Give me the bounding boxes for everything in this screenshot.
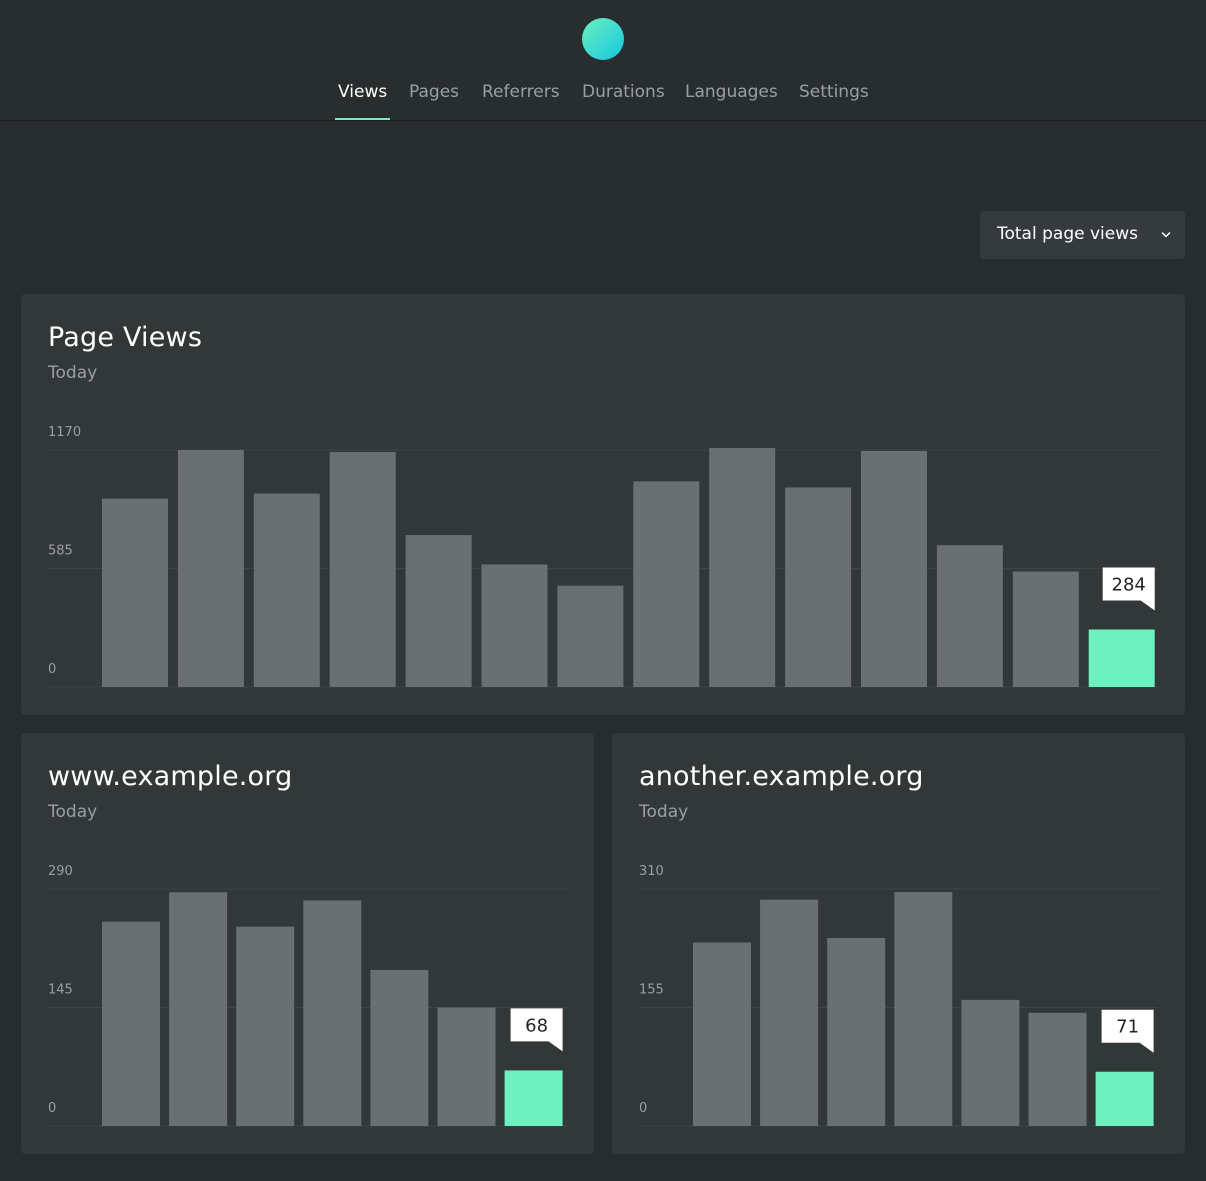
site-chart-www-svg: 290 145 0 68: [48, 864, 567, 1127]
y-tick-label: 310: [639, 864, 664, 879]
bar[interactable]: [557, 585, 624, 687]
y-tick-label: 1170: [48, 425, 81, 440]
bar[interactable]: [894, 892, 953, 1126]
y-tick-label: 0: [48, 662, 56, 677]
card-title: another.example.org: [639, 761, 924, 792]
bar[interactable]: [329, 452, 396, 687]
bar[interactable]: [102, 921, 160, 1126]
tab-settings[interactable]: Settings: [799, 82, 869, 120]
card-subtitle: Today: [48, 802, 98, 822]
page-views-chart: 1170 585 0 284: [48, 422, 1158, 692]
site-card-another: another.example.org Today 310 155 0 71: [612, 733, 1185, 1154]
bar[interactable]: [861, 451, 927, 687]
tab-referrers[interactable]: Referrers: [482, 82, 560, 120]
card-subtitle: Today: [639, 802, 689, 822]
value-callout: 284: [1102, 567, 1155, 611]
page-views-card: Page Views Today 1170 585 0 284: [21, 294, 1185, 715]
site-chart-www: 290 145 0 68: [48, 861, 567, 1131]
site-chart-another-svg: 310 155 0 71: [639, 864, 1158, 1127]
callout-value: 68: [525, 1015, 548, 1036]
bar[interactable]: [633, 481, 700, 687]
bar[interactable]: [760, 899, 819, 1126]
y-tick-label: 585: [48, 544, 73, 559]
y-tick-label: 290: [48, 864, 73, 879]
y-tick-label: 0: [639, 1101, 647, 1116]
callout-value: 71: [1116, 1017, 1139, 1038]
metric-select[interactable]: Total page views: [980, 211, 1185, 259]
bar-current[interactable]: [1088, 629, 1155, 687]
site-card-www: www.example.org Today 290 145 0 68: [21, 733, 594, 1154]
bar-current[interactable]: [1095, 1071, 1154, 1126]
callout-value: 284: [1112, 574, 1146, 595]
bar[interactable]: [169, 892, 228, 1126]
bar[interactable]: [370, 969, 429, 1126]
bar[interactable]: [236, 926, 295, 1126]
metric-select-value: Total page views: [997, 224, 1138, 244]
bar[interactable]: [177, 450, 244, 687]
logo-icon[interactable]: [582, 18, 624, 60]
bar[interactable]: [709, 447, 776, 687]
main-nav: Views Pages Referrers Durations Language…: [0, 82, 1206, 120]
bar[interactable]: [936, 545, 1003, 687]
bar-current[interactable]: [504, 1070, 563, 1126]
tab-durations[interactable]: Durations: [582, 82, 665, 120]
value-callout: 68: [510, 1008, 563, 1052]
page-views-chart-svg: 1170 585 0 284: [48, 425, 1158, 688]
y-tick-label: 155: [639, 983, 664, 998]
top-bar: Views Pages Referrers Durations Language…: [0, 0, 1206, 121]
card-title: www.example.org: [48, 761, 293, 792]
bar[interactable]: [693, 942, 751, 1126]
site-chart-another: 310 155 0 71: [639, 861, 1158, 1131]
tab-pages[interactable]: Pages: [409, 82, 459, 120]
bar[interactable]: [437, 1007, 496, 1127]
bar[interactable]: [1028, 1012, 1087, 1126]
value-callout: 71: [1101, 1009, 1154, 1053]
bar[interactable]: [785, 487, 852, 687]
tab-views[interactable]: Views: [334, 82, 391, 120]
chevron-down-icon: [1161, 232, 1171, 238]
bar[interactable]: [827, 937, 886, 1126]
bar[interactable]: [102, 498, 168, 687]
bar[interactable]: [961, 999, 1020, 1126]
bar[interactable]: [253, 493, 320, 687]
tab-languages[interactable]: Languages: [685, 82, 778, 120]
bar[interactable]: [405, 535, 472, 687]
bar[interactable]: [303, 900, 362, 1126]
y-tick-label: 0: [48, 1101, 56, 1116]
bar[interactable]: [1012, 571, 1079, 687]
card-title: Page Views: [48, 322, 203, 353]
y-tick-label: 145: [48, 983, 73, 998]
bar[interactable]: [481, 564, 548, 687]
card-subtitle: Today: [48, 363, 98, 383]
